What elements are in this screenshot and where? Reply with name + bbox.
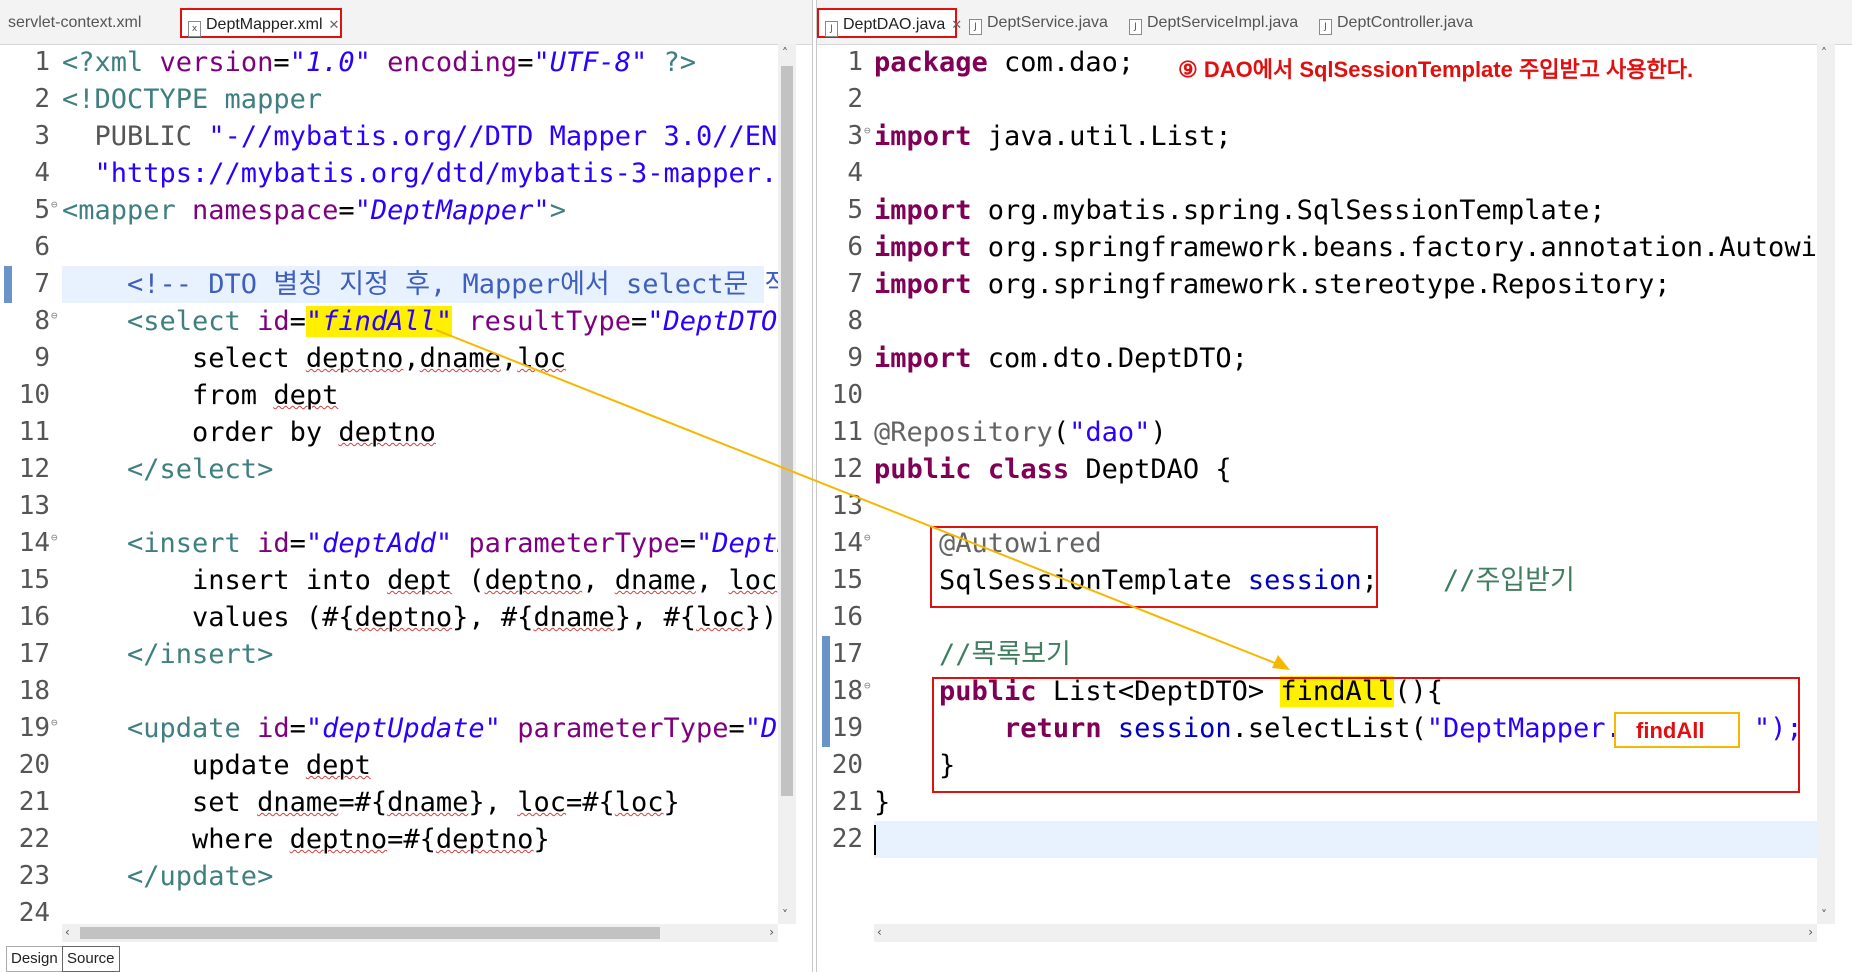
connector-arrow [435, 329, 1290, 670]
